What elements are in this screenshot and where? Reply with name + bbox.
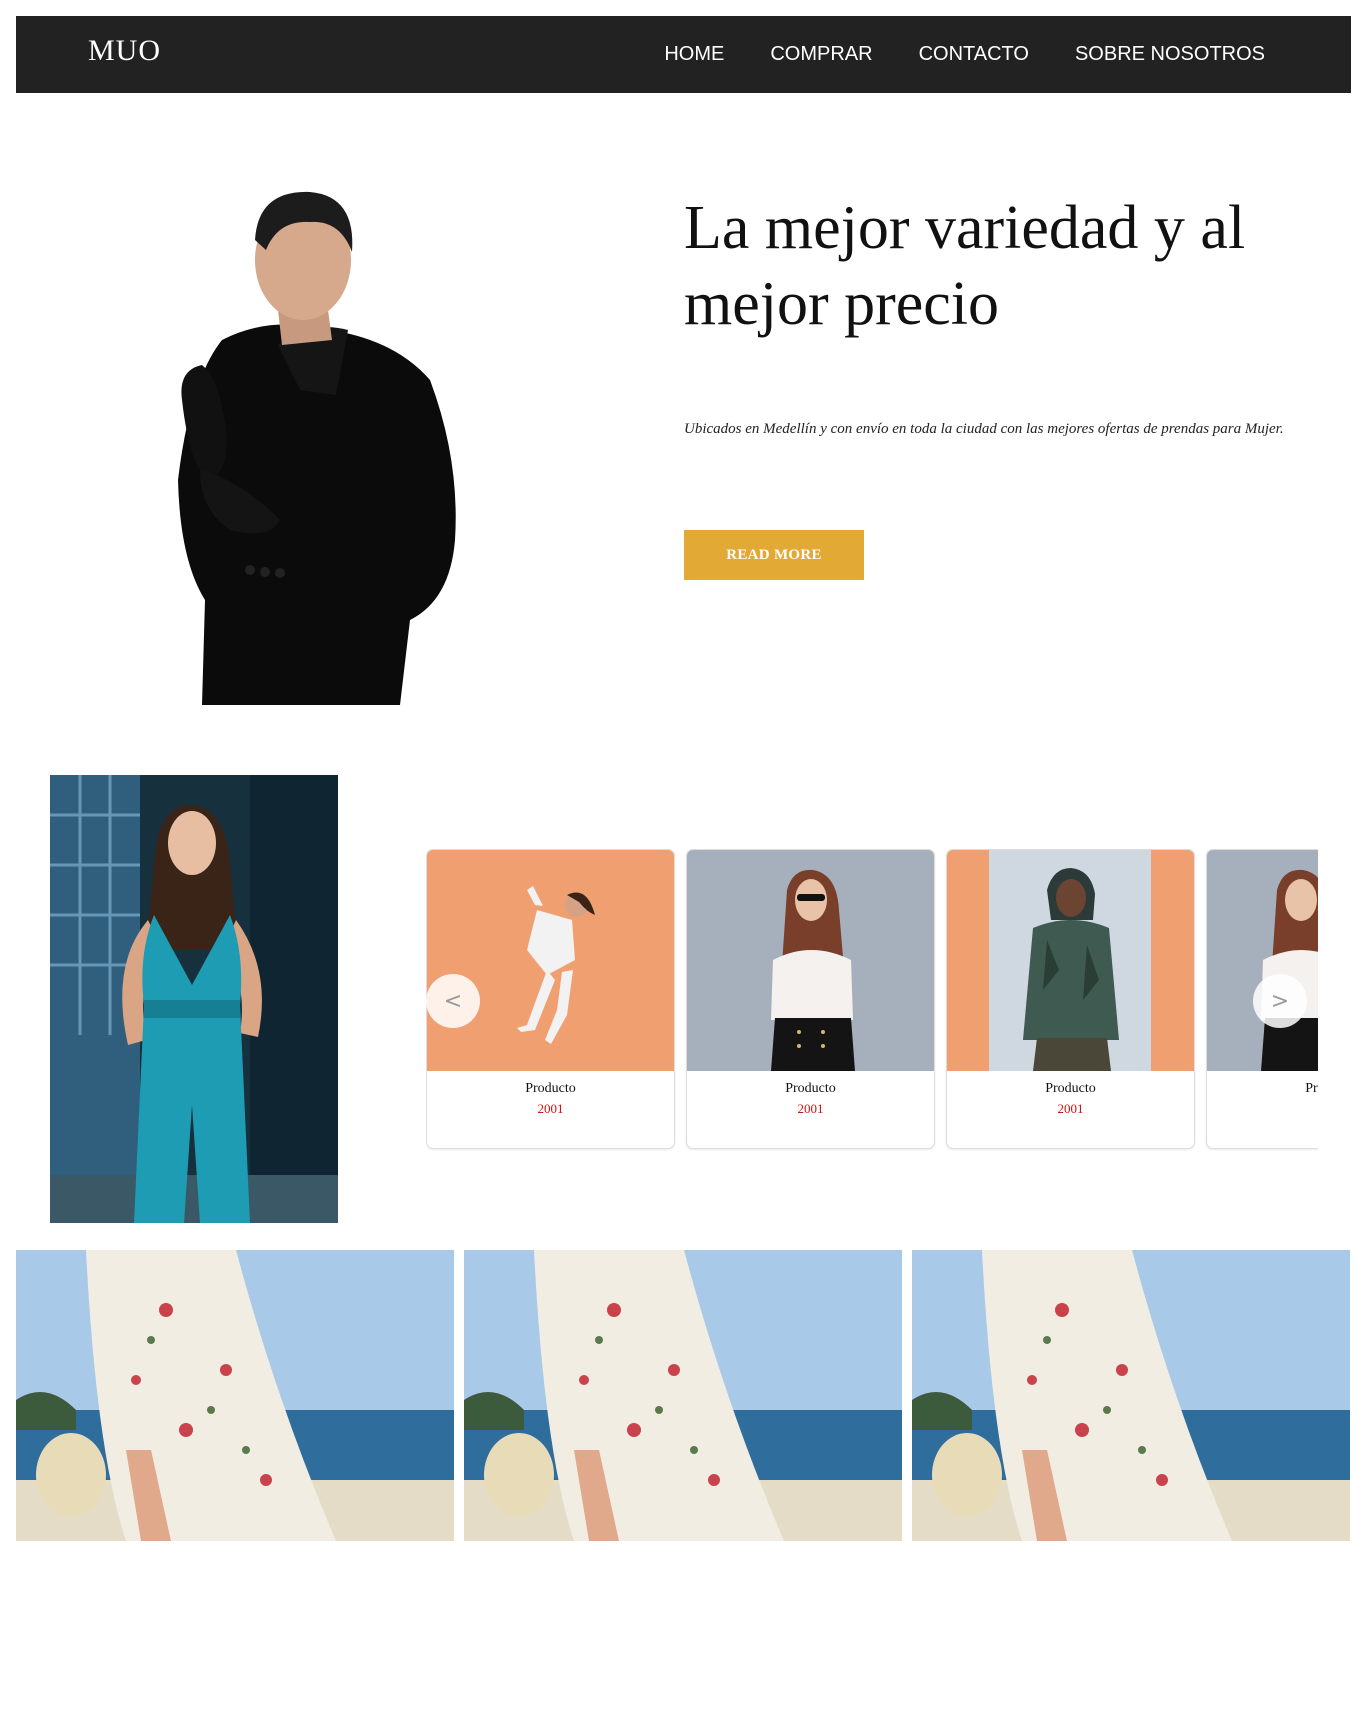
carousel-track: Producto 2001 Producto 2001 Producto 200…: [426, 849, 1318, 1149]
product-image: [427, 850, 674, 1071]
gallery-image: [912, 1250, 1350, 1541]
nav-link-sobre-nosotros[interactable]: SOBRE NOSOTROS: [1075, 43, 1265, 66]
hero-title: La mejor variedad y al mejor precio: [684, 194, 1246, 338]
product-image: [947, 850, 1194, 1071]
carousel-prev-button[interactable]: <: [426, 974, 480, 1028]
navbar: MUO HOME COMPRAR CONTACTO SOBRE NOSOTROS: [16, 16, 1351, 93]
product-name: Producto: [1305, 1081, 1318, 1096]
product-name: Producto: [525, 1081, 576, 1096]
product-card[interactable]: Producto 2001: [946, 849, 1195, 1149]
main-nav: HOME COMPRAR CONTACTO SOBRE NOSOTROS: [664, 16, 1265, 93]
hero-description: Ubicados en Medellín y con envío en toda…: [684, 421, 1284, 437]
product-price: 2001: [797, 1101, 824, 1116]
hero-image: [160, 180, 500, 705]
product-card[interactable]: Producto 2001: [686, 849, 935, 1149]
logo[interactable]: MUO: [88, 34, 161, 68]
product-image: [1207, 850, 1318, 1071]
photo-gallery: [16, 1250, 1351, 1541]
product-carousel: Producto 2001 Producto 2001 Producto 200…: [426, 849, 1318, 1151]
product-price: 2001: [1057, 1101, 1084, 1116]
nav-link-contacto[interactable]: CONTACTO: [919, 43, 1029, 66]
feature-image: [50, 775, 338, 1223]
product-price: 2001: [1207, 1101, 1319, 1117]
product-price: 2001: [537, 1101, 564, 1116]
product-name: Producto: [1045, 1081, 1096, 1096]
read-more-button[interactable]: READ MORE: [684, 530, 864, 580]
gallery-image: [464, 1250, 902, 1541]
nav-link-comprar[interactable]: COMPRAR: [770, 43, 872, 66]
product-image: [687, 850, 934, 1071]
gallery-image: [16, 1250, 454, 1541]
carousel-next-button[interactable]: >: [1253, 974, 1307, 1028]
product-name: Producto: [785, 1081, 836, 1096]
nav-link-home[interactable]: HOME: [664, 43, 724, 66]
